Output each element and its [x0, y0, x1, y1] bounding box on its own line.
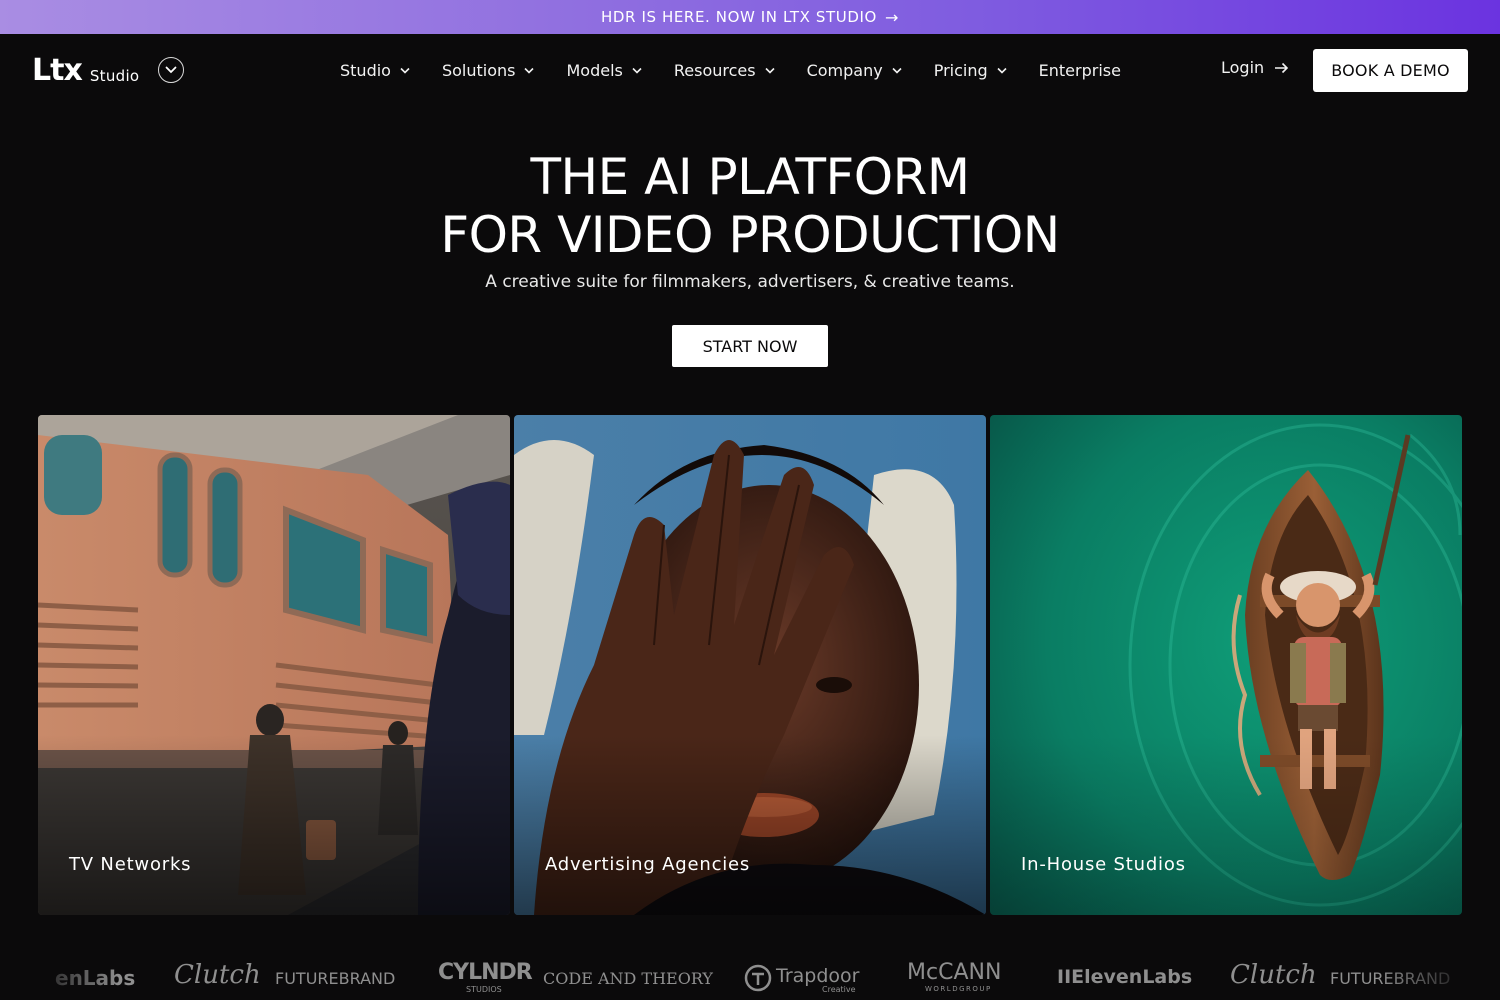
- chevron-down-icon: [165, 66, 177, 74]
- nav-item-label: Resources: [673, 60, 756, 80]
- arrow-right-icon: →: [884, 7, 899, 27]
- ltx-logo[interactable]: Ltx Studio: [32, 54, 139, 88]
- partner-logo-clutch: Clutch: [1230, 960, 1317, 990]
- arrow-right-icon: [1274, 62, 1289, 74]
- card-advertising-agencies[interactable]: Advertising Agencies: [514, 415, 986, 915]
- card-label: In-House Studios: [1021, 854, 1186, 875]
- hero-title: THE AI PLATFORM FOR VIDEO PRODUCTION: [0, 148, 1500, 264]
- trapdoor-icon: [744, 964, 772, 992]
- nav-item-label: Pricing: [933, 60, 988, 80]
- hero-subtitle: A creative suite for filmmakers, adverti…: [485, 272, 1015, 292]
- chevron-down-icon: [997, 67, 1007, 74]
- nav-item-studio[interactable]: Studio: [340, 61, 410, 80]
- partner-logo-code-and-theory: CODE AND THEORY: [543, 969, 713, 988]
- login-label: Login: [1221, 58, 1265, 77]
- card-label: Advertising Agencies: [545, 854, 751, 875]
- card-tv-networks[interactable]: TV Networks: [38, 415, 510, 915]
- announcement-text: HDR IS HERE. NOW IN LTX STUDIO: [601, 8, 877, 26]
- logo-mark: Ltx: [32, 53, 83, 88]
- partner-logo-trapdoor-sub: Creative: [822, 985, 856, 994]
- partner-logo-clutch: Clutch: [174, 960, 261, 990]
- partner-logo-strip: enLabs Clutch FUTUREBRAND CYLNDR STUDIOS…: [0, 950, 1500, 1000]
- card-label: TV Networks: [69, 854, 192, 875]
- hero-title-line-1: THE AI PLATFORM: [530, 148, 970, 206]
- book-demo-button[interactable]: BOOK A DEMO: [1313, 49, 1468, 92]
- nav-item-models[interactable]: Models: [566, 60, 642, 80]
- partner-logo-elevenlabs: IIElevenLabs: [1057, 966, 1193, 988]
- partner-logo-mccann-sub: WORLDGROUP: [925, 985, 992, 993]
- chevron-down-icon: [892, 67, 902, 74]
- main-nav: Ltx Studio Studio Solutions Models Resou…: [0, 34, 1500, 106]
- nav-item-label: Enterprise: [1038, 60, 1121, 80]
- nav-item-label: Company: [806, 60, 883, 80]
- nav-item-solutions[interactable]: Solutions: [442, 61, 535, 80]
- nav-menu: Studio Solutions Models Resources Compan…: [340, 34, 1153, 106]
- nav-item-pricing[interactable]: Pricing: [934, 61, 1007, 80]
- nav-item-resources[interactable]: Resources: [674, 61, 775, 80]
- partner-logo-cylndr: CYLNDR: [438, 960, 533, 985]
- product-switcher-button[interactable]: [158, 57, 184, 83]
- partner-logo-futurebrand: FUTUREBRAND: [275, 969, 396, 988]
- partner-logo-cylndr-sub: STUDIOS: [466, 985, 502, 994]
- chevron-down-icon: [400, 67, 410, 74]
- start-now-button[interactable]: START NOW: [672, 325, 828, 367]
- nav-item-label: Studio: [340, 60, 391, 80]
- card-shade: [514, 735, 986, 915]
- chevron-down-icon: [524, 67, 535, 74]
- chevron-down-icon: [765, 67, 775, 74]
- chevron-down-icon: [632, 67, 642, 74]
- partner-logo-mccann: McCANN: [907, 960, 1002, 985]
- logo-wordmark: Studio: [89, 67, 140, 85]
- login-link[interactable]: Login: [1221, 58, 1289, 77]
- card-shade: [990, 735, 1462, 915]
- nav-item-label: Models: [566, 60, 623, 80]
- logo-strip-fade-right: [1380, 950, 1500, 1000]
- card-shade: [38, 735, 510, 915]
- hero-title-line-2: FOR VIDEO PRODUCTION: [440, 206, 1060, 264]
- partner-logo-trapdoor: Trapdoor: [776, 965, 860, 987]
- nav-item-company[interactable]: Company: [807, 61, 902, 80]
- nav-item-label: Solutions: [441, 60, 516, 80]
- logo-strip-fade-left: [0, 950, 120, 1000]
- nav-item-enterprise[interactable]: Enterprise: [1039, 61, 1121, 80]
- card-in-house-studios[interactable]: In-House Studios: [990, 415, 1462, 915]
- announcement-bar[interactable]: HDR IS HERE. NOW IN LTX STUDIO →: [0, 0, 1500, 34]
